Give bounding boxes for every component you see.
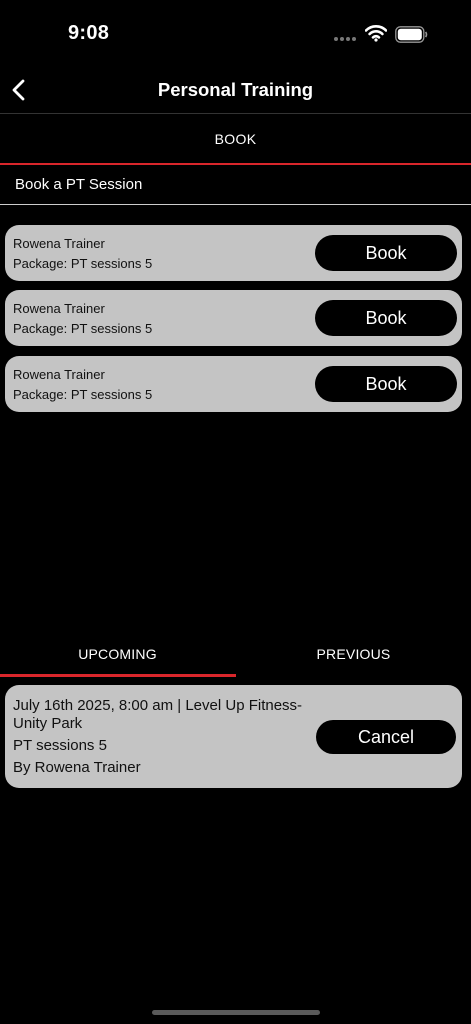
booking-date-location: July 16th 2025, 8:00 am | Level Up Fitne…: [13, 697, 303, 732]
active-tab-indicator: [0, 674, 236, 677]
status-bar: 9:08: [0, 0, 471, 66]
status-time: 9:08: [68, 22, 110, 44]
history-tabs: UPCOMING PREVIOUS: [0, 632, 471, 678]
battery-icon: [395, 26, 428, 43]
tab-upcoming[interactable]: UPCOMING: [0, 632, 235, 676]
cancel-button[interactable]: Cancel: [316, 720, 456, 754]
trainer-name: Rowena Trainer: [13, 301, 105, 316]
session-card: Rowena Trainer Package: PT sessions 5 Bo…: [5, 290, 462, 346]
signal-icon: [334, 37, 356, 41]
booking-trainer: By Rowena Trainer: [13, 759, 141, 776]
book-button[interactable]: Book: [315, 235, 457, 271]
package-label: Package: PT sessions 5: [13, 256, 153, 271]
nav-bar: Personal Training: [0, 66, 471, 114]
trainer-name: Rowena Trainer: [13, 236, 105, 251]
wifi-icon: [365, 25, 387, 42]
book-button[interactable]: Book: [315, 366, 457, 402]
session-card: Rowena Trainer Package: PT sessions 5 Bo…: [5, 225, 462, 281]
book-button[interactable]: Book: [315, 300, 457, 336]
package-label: Package: PT sessions 5: [13, 387, 153, 402]
package-label: Package: PT sessions 5: [13, 321, 153, 336]
booking-package: PT sessions 5: [13, 737, 107, 754]
session-card: Rowena Trainer Package: PT sessions 5 Bo…: [5, 356, 462, 412]
trainer-name: Rowena Trainer: [13, 367, 105, 382]
home-indicator[interactable]: [152, 1010, 320, 1015]
page-title: Personal Training: [157, 79, 314, 100]
tab-book[interactable]: BOOK: [0, 115, 471, 165]
tab-previous[interactable]: PREVIOUS: [236, 632, 471, 676]
upcoming-booking-card: July 16th 2025, 8:00 am | Level Up Fitne…: [5, 685, 462, 788]
section-heading: Book a PT Session: [0, 165, 471, 205]
